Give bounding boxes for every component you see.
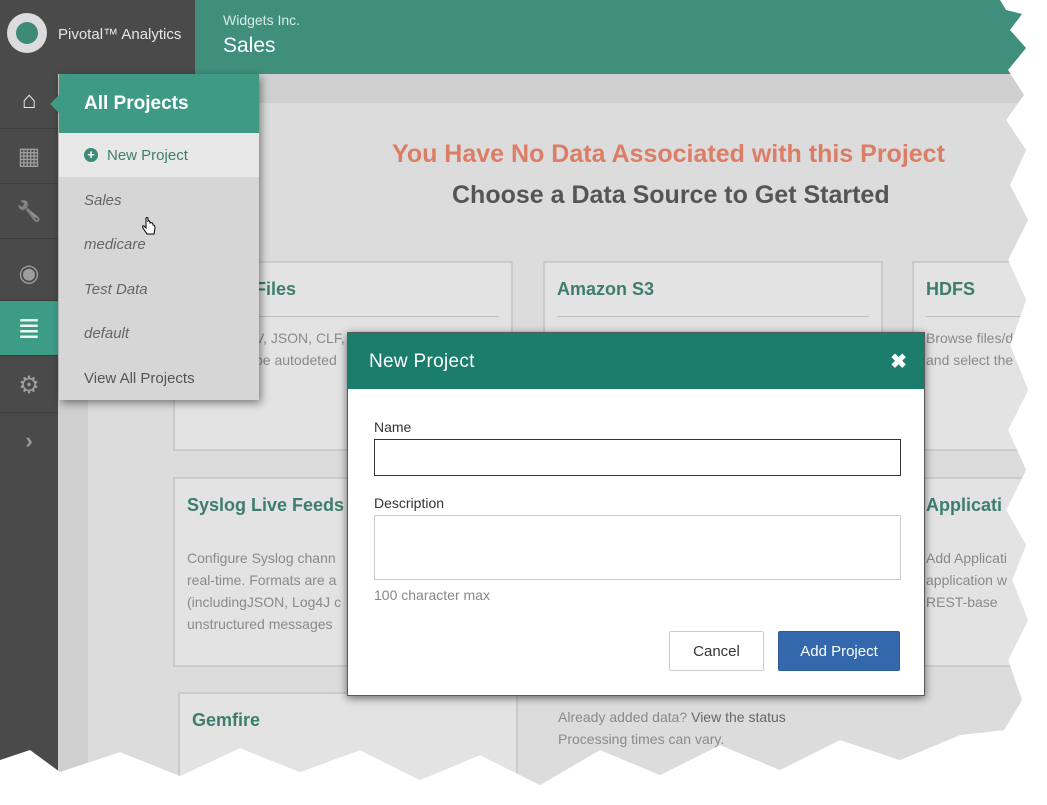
card-divider [926, 316, 1028, 317]
projects-dropdown-header: All Projects [50, 74, 259, 133]
chevron-right-icon: › [25, 428, 33, 453]
sidebar-item-expand[interactable]: › [0, 414, 58, 468]
new-project-modal: New Project ✖ Name Description 100 chara… [347, 332, 925, 696]
sidebar-item-data[interactable]: ≣ [0, 301, 58, 356]
card-title: Amazon S3 [557, 279, 655, 299]
name-label: Name [374, 419, 412, 435]
project-item-default[interactable]: default [84, 325, 129, 342]
logo-area: Pivotal™ Analytics [0, 0, 195, 74]
card-title: Gemfire [192, 710, 261, 730]
wrench-icon: 🔧 [16, 200, 42, 223]
home-icon: ⌂ [21, 87, 37, 114]
close-icon[interactable]: ✖ [890, 349, 907, 374]
project-description-input[interactable] [374, 515, 901, 580]
character-limit-hint: 100 character max [374, 587, 490, 603]
project-item-test-data[interactable]: Test Data [84, 281, 148, 298]
all-projects-title: All Projects [84, 93, 189, 114]
data-source-card-hdfs[interactable]: HDFS Browse files/d and select the [912, 261, 1028, 451]
status-note: Already added data? View the status Proc… [558, 706, 786, 750]
company-name: Widgets Inc. [223, 12, 301, 28]
empty-state-headline: You Have No Data Associated with this Pr… [392, 140, 945, 168]
status-prefix: Already added data? [558, 709, 692, 725]
dropdown-pointer [50, 94, 60, 114]
projects-dropdown: All Projects + New Project Sales medicar… [50, 74, 259, 400]
card-title: Syslog Live Feeds [187, 495, 345, 515]
data-source-card-gemfire[interactable]: Gemfire [178, 692, 518, 785]
card-title: HDFS [926, 279, 975, 299]
view-status-link[interactable]: View the status [691, 709, 786, 725]
pivotal-logo-icon [7, 13, 47, 53]
brand-name: Pivotal™ Analytics [58, 26, 182, 43]
data-source-card-amazon-s3[interactable]: Amazon S3 [543, 261, 883, 336]
card-description: Configure Syslog chann real-time. Format… [187, 550, 342, 632]
card-title: Applicati [926, 495, 1003, 515]
project-name-input[interactable] [374, 439, 901, 476]
view-all-projects-link[interactable]: View All Projects [84, 370, 195, 387]
card-description: Browse files/d and select the [926, 330, 1014, 368]
page-title: Sales [223, 34, 276, 57]
hand-cursor-icon [142, 217, 156, 235]
card-description: Add Applicati application w REST-base [926, 550, 1007, 610]
eye-icon: ◉ [18, 259, 40, 287]
data-source-card-application[interactable]: Applicati Add Applicati application w RE… [912, 477, 1028, 667]
sidebar: ⌂ ▦ 🔧 ◉ ≣ ⚙ › [0, 0, 58, 785]
description-label: Description [374, 495, 445, 511]
page-header: Widgets Inc. Sales [195, 0, 1028, 74]
sidebar-item-view[interactable]: ◉ [0, 246, 58, 301]
modal-header: New Project ✖ [348, 333, 924, 389]
modal-title: New Project [369, 351, 475, 372]
card-description: V, JSON, CLF, be autodeted [255, 330, 345, 368]
plus-circle-icon: + [84, 148, 98, 162]
project-item-medicare[interactable]: medicare [84, 236, 146, 253]
card-divider [557, 316, 869, 317]
database-icon: ≣ [17, 312, 41, 344]
processing-note: Processing times can vary. [558, 731, 725, 747]
add-project-button[interactable]: Add Project [778, 631, 900, 671]
grid-icon: ▦ [17, 142, 41, 170]
new-project-label: New Project [107, 147, 188, 164]
sidebar-item-settings[interactable]: ⚙ [0, 358, 58, 413]
sidebar-item-apps[interactable]: ▦ [0, 129, 58, 184]
gear-icon: ⚙ [18, 371, 40, 399]
cancel-button[interactable]: Cancel [669, 631, 764, 671]
app-window: ⌂ ▦ 🔧 ◉ ≣ ⚙ › Pivotal™ Analytics Widgets… [0, 0, 1028, 785]
new-project-item[interactable]: + New Project [59, 133, 259, 235]
sidebar-item-tools[interactable]: 🔧 [0, 184, 58, 239]
empty-state-subheadline: Choose a Data Source to Get Started [452, 181, 890, 209]
card-title: Files [255, 279, 297, 299]
project-item-sales[interactable]: Sales [84, 192, 122, 209]
